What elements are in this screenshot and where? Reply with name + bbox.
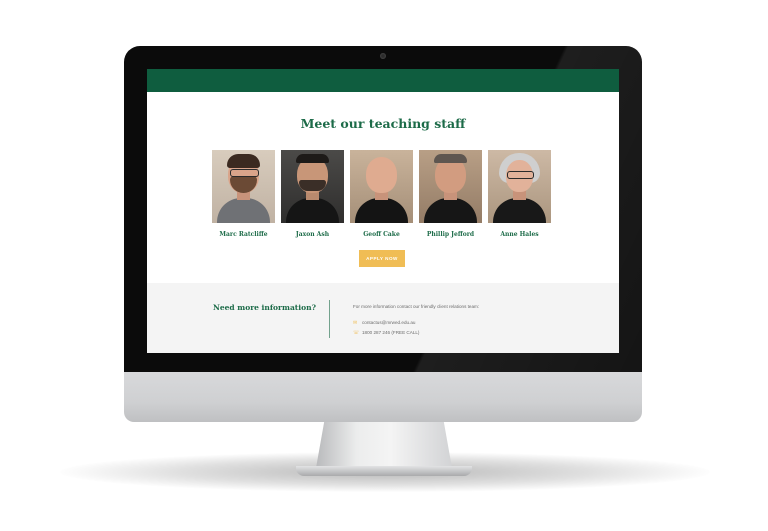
contact-phone[interactable]: ☏ 1800 287 246 (FREE CALL) [353,330,419,336]
email-link[interactable]: contactus@mrwed.edu.au [362,320,415,325]
staff-photo [212,150,275,223]
staff-photo [488,150,551,223]
envelope-icon: ✉ [353,320,358,326]
staff-photo [281,150,344,223]
staff-name: Anne Hales [500,231,539,238]
info-title: Need more information? [213,303,316,312]
site-header-bar [147,69,619,92]
info-text: For more information contact our friendl… [353,304,480,309]
contact-email[interactable]: ✉ contactus@mrwed.edu.au [353,320,415,326]
page-title: Meet our teaching staff [300,116,466,131]
apply-now-button[interactable]: APPLY NOW [359,250,405,267]
staff-gallery: Marc Ratcliffe Jaxon Ash Geoff Cake Phil… [212,150,551,245]
monitor-chin [124,372,642,422]
monitor-stand-base [296,466,472,476]
camera-icon [380,53,386,59]
staff-photo [350,150,413,223]
phone-icon: ☏ [353,330,360,336]
phone-link[interactable]: 1800 287 246 (FREE CALL) [362,330,419,335]
info-section: Need more information? For more informat… [147,283,619,353]
staff-photo [419,150,482,223]
info-divider [329,300,330,338]
monitor-stand [316,422,452,468]
website-screen: Meet our teaching staff Marc Ratcliffe J… [147,69,619,353]
